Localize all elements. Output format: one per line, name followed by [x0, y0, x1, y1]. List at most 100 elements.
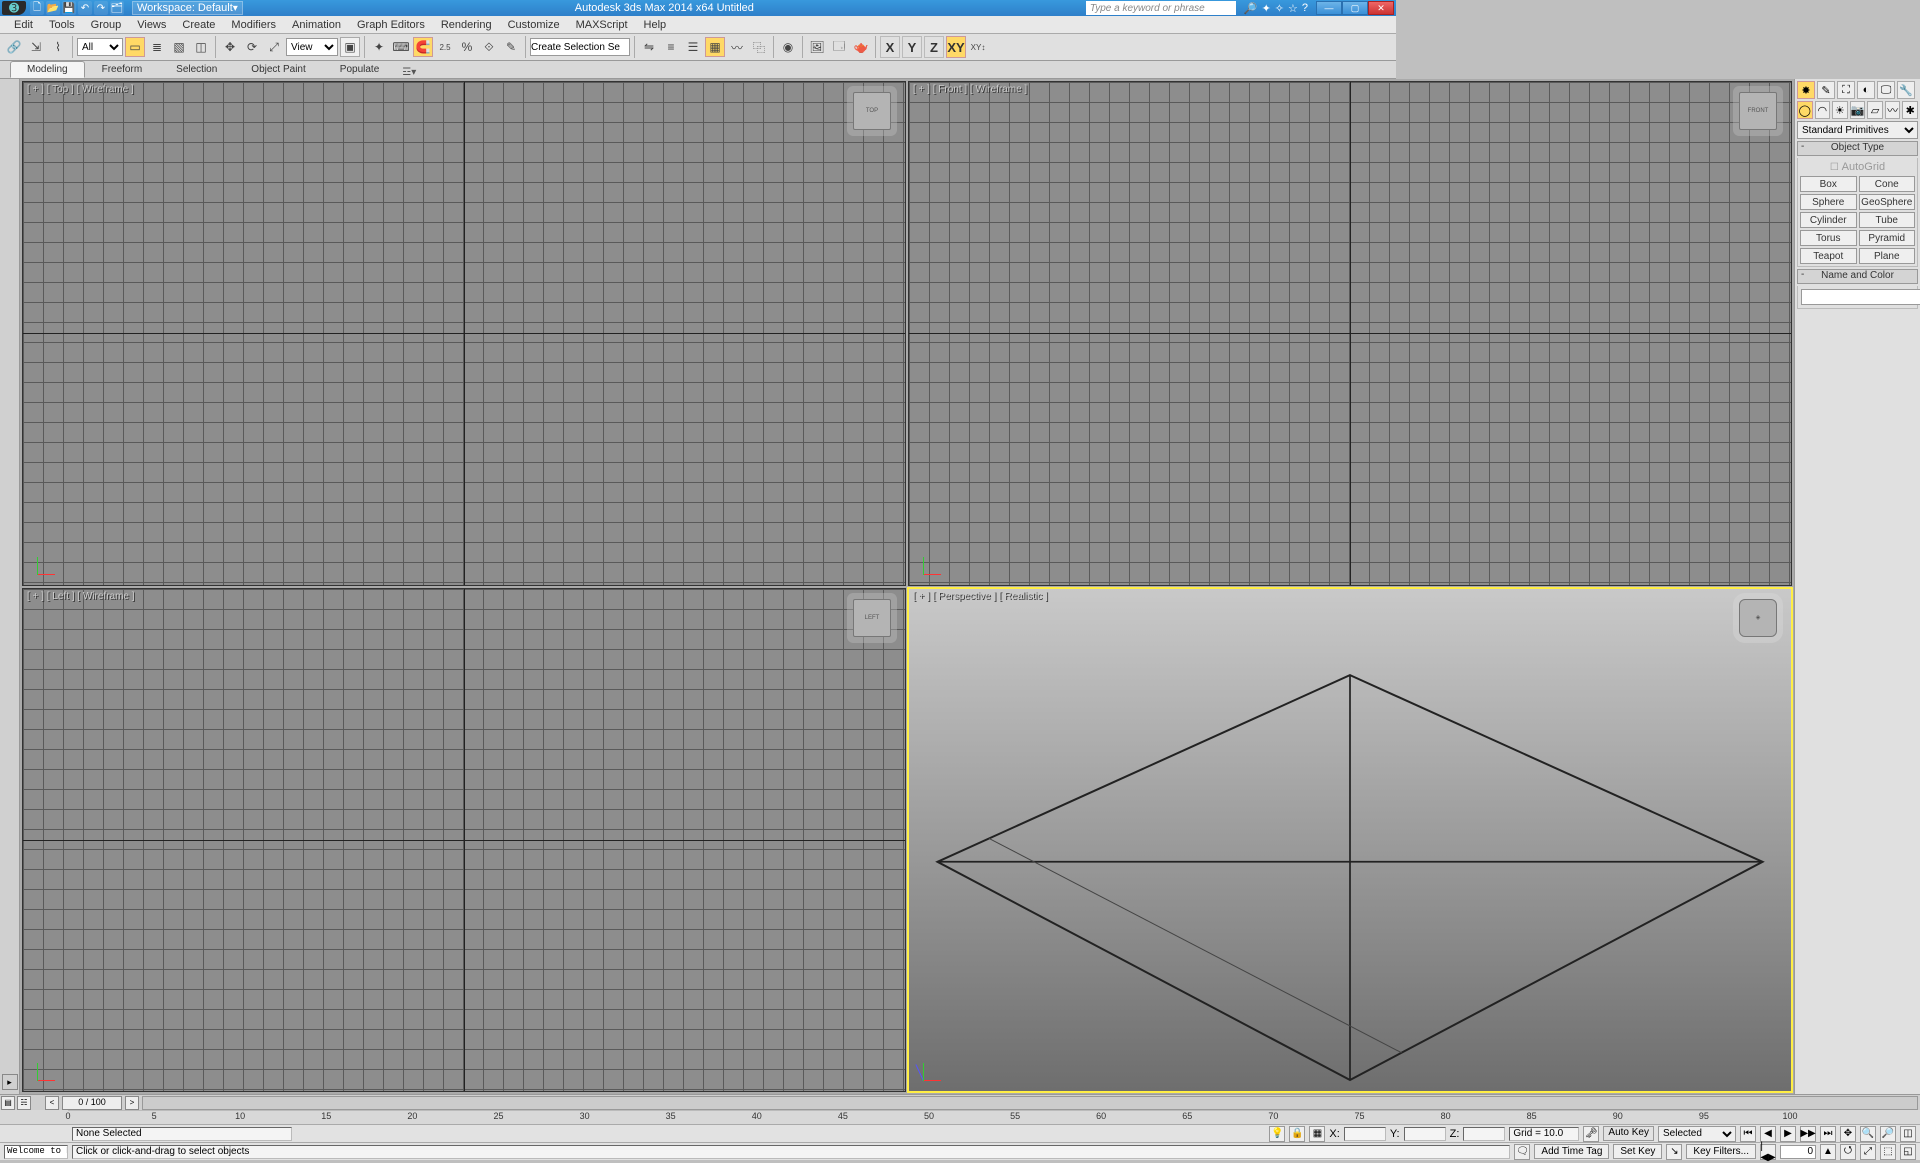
bind-spacewarp-icon[interactable]: ⌇ [48, 37, 68, 57]
add-time-tag-button[interactable]: Add Time Tag [1534, 1144, 1609, 1159]
viewport-persp-label[interactable]: [ + ] [ Perspective ] [ Realistic ] [913, 591, 1048, 602]
time-slider-track[interactable] [142, 1096, 1918, 1110]
rendered-frame-icon[interactable]: 🗔 [829, 37, 849, 57]
menu-views[interactable]: Views [129, 19, 174, 31]
menu-maxscript[interactable]: MAXScript [568, 19, 636, 31]
project-icon[interactable]: 🗂 [110, 1, 124, 15]
next-frame-icon[interactable]: ▶▶ [1800, 1126, 1816, 1142]
time-config-icon[interactable]: |◀▶ [1760, 1144, 1776, 1160]
script-listener[interactable]: Welcome to M [4, 1145, 68, 1159]
object-name-input[interactable] [1801, 289, 1920, 305]
viewport-perspective[interactable]: [ + ] [ Perspective ] [ Realistic ] ◈ [908, 588, 1792, 1093]
redo-icon[interactable]: ↷ [94, 1, 108, 15]
x-coord[interactable] [1344, 1127, 1386, 1141]
tab-freeform[interactable]: Freeform [85, 61, 160, 78]
primitive-box[interactable]: Box [1800, 176, 1857, 192]
isolate-icon[interactable]: 🔒 [1289, 1126, 1305, 1142]
unlink-icon[interactable]: ⇲ [26, 37, 46, 57]
viewcube-front[interactable]: FRONT [1739, 92, 1777, 130]
keyboard-shortcut-icon[interactable]: ⌨ [391, 37, 411, 57]
lights-icon[interactable]: ☀ [1832, 101, 1848, 119]
layers-icon[interactable]: ☰ [683, 37, 703, 57]
minimize-button[interactable]: — [1316, 1, 1342, 15]
close-button[interactable]: ✕ [1368, 1, 1394, 15]
help-search[interactable]: Type a keyword or phrase [1086, 1, 1236, 15]
nav-zoom-ext-icon[interactable]: ⤢ [1860, 1144, 1876, 1160]
viewcube-top[interactable]: TOP [853, 92, 891, 130]
key-icon[interactable]: 🗝 [1583, 1126, 1599, 1142]
next-key-icon[interactable]: > [125, 1096, 139, 1110]
current-frame-input[interactable] [1780, 1145, 1816, 1159]
nav-max-toggle-icon[interactable]: ◱ [1900, 1144, 1916, 1160]
auto-key-button[interactable]: Auto Key [1603, 1126, 1654, 1141]
nav-fov-icon[interactable]: ◫ [1900, 1126, 1916, 1142]
select-object-icon[interactable]: ▭ [125, 37, 145, 57]
named-selection-set[interactable] [530, 38, 630, 56]
name-and-color-rollout[interactable]: Name and Color [1797, 269, 1918, 284]
percent-snap-icon[interactable]: % [457, 37, 477, 57]
viewcube-persp[interactable]: ◈ [1739, 599, 1777, 637]
exchange-icon[interactable]: ✧ [1275, 2, 1284, 15]
ribbon-minimize-icon[interactable]: ☲▾ [402, 67, 416, 78]
viewport-front[interactable]: [ + ] [ Front ] [ Wireframe ] FRONT [908, 81, 1792, 586]
viewcube-left[interactable]: LEFT [853, 599, 891, 637]
spacewarps-icon[interactable]: 〰 [1885, 101, 1901, 119]
display-tab-icon[interactable]: 🖵 [1877, 81, 1895, 99]
favorite-icon[interactable]: ☆ [1288, 2, 1298, 15]
render-icon[interactable]: 🫖 [851, 37, 871, 57]
comm-center-icon[interactable]: 🗨 [1514, 1144, 1530, 1160]
filter-keys-icon[interactable]: ☵ [17, 1096, 31, 1110]
menu-edit[interactable]: Edit [6, 19, 41, 31]
play-icon[interactable]: ▶ [1780, 1126, 1796, 1142]
subscribe-icon[interactable]: ✦ [1262, 2, 1271, 15]
spinner-up-icon[interactable]: ▲ [1820, 1144, 1836, 1160]
app-icon[interactable]: ➌ [2, 1, 26, 15]
tab-populate[interactable]: Populate [323, 61, 396, 78]
material-editor-icon[interactable]: ◉ [778, 37, 798, 57]
goto-start-icon[interactable]: ⏮ [1740, 1126, 1756, 1142]
menu-rendering[interactable]: Rendering [433, 19, 500, 31]
axis-x[interactable]: X [880, 36, 900, 58]
helpers-icon[interactable]: ▱ [1867, 101, 1883, 119]
pivot-center-icon[interactable]: ▣ [340, 37, 360, 57]
primitive-sphere[interactable]: Sphere [1800, 194, 1857, 210]
spinner-snap-icon[interactable]: ⟐ [479, 37, 499, 57]
render-setup-icon[interactable]: 🖼 [807, 37, 827, 57]
nav-zoom-icon[interactable]: 🔍 [1860, 1126, 1876, 1142]
key-filters-button[interactable]: Key Filters... [1686, 1144, 1756, 1159]
menu-modifiers[interactable]: Modifiers [223, 19, 284, 31]
graphite-toggle-icon[interactable]: ▦ [705, 37, 725, 57]
snap-toggle-icon[interactable]: 🧲 [413, 37, 433, 57]
curve-editor-icon[interactable]: 〰 [727, 37, 747, 57]
hierarchy-tab-icon[interactable]: ⛶ [1837, 81, 1855, 99]
mini-curve-icon[interactable]: ▤ [1, 1096, 15, 1110]
prev-key-icon[interactable]: < [45, 1096, 59, 1110]
ref-coord-system[interactable]: View [286, 38, 338, 56]
schematic-icon[interactable]: ⿻ [749, 37, 769, 57]
key-mode-select[interactable]: Selected [1658, 1126, 1736, 1142]
axis-y[interactable]: Y [902, 36, 922, 58]
axis-constraints-icon[interactable]: XY↕ [968, 37, 988, 57]
goto-end-icon[interactable]: ⏭ [1820, 1126, 1836, 1142]
menu-help[interactable]: Help [636, 19, 675, 31]
maximize-button[interactable]: ▢ [1342, 1, 1368, 15]
nav-zoom-all-icon[interactable]: 🔎 [1880, 1126, 1896, 1142]
menu-customize[interactable]: Customize [500, 19, 568, 31]
category-dropdown[interactable]: Standard Primitives [1797, 121, 1918, 139]
align-icon[interactable]: ≡ [661, 37, 681, 57]
manipulate-icon[interactable]: ✦ [369, 37, 389, 57]
autogrid-checkbox[interactable]: ☐ AutoGrid [1800, 160, 1915, 174]
systems-icon[interactable]: ✱ [1902, 101, 1918, 119]
workspace-selector[interactable]: Workspace: Default ▾ [132, 1, 243, 15]
tab-selection[interactable]: Selection [159, 61, 234, 78]
time-slider[interactable]: ▤ ☵ < 0 / 100 > [0, 1094, 1920, 1110]
tab-object-paint[interactable]: Object Paint [234, 61, 322, 78]
viewport-left[interactable]: [ + ] [ Left ] [ Wireframe ] LEFT [22, 588, 906, 1093]
viewport-front-label[interactable]: [ + ] [ Front ] [ Wireframe ] [913, 84, 1027, 95]
angle-snap-icon[interactable]: 2.5 [435, 37, 455, 57]
rotate-icon[interactable]: ⟳ [242, 37, 262, 57]
nav-region-icon[interactable]: ⬚ [1880, 1144, 1896, 1160]
z-coord[interactable] [1463, 1127, 1505, 1141]
scale-icon[interactable]: ⤢ [264, 37, 284, 57]
trackbar-expand-icon[interactable]: ▸ [2, 1074, 18, 1090]
